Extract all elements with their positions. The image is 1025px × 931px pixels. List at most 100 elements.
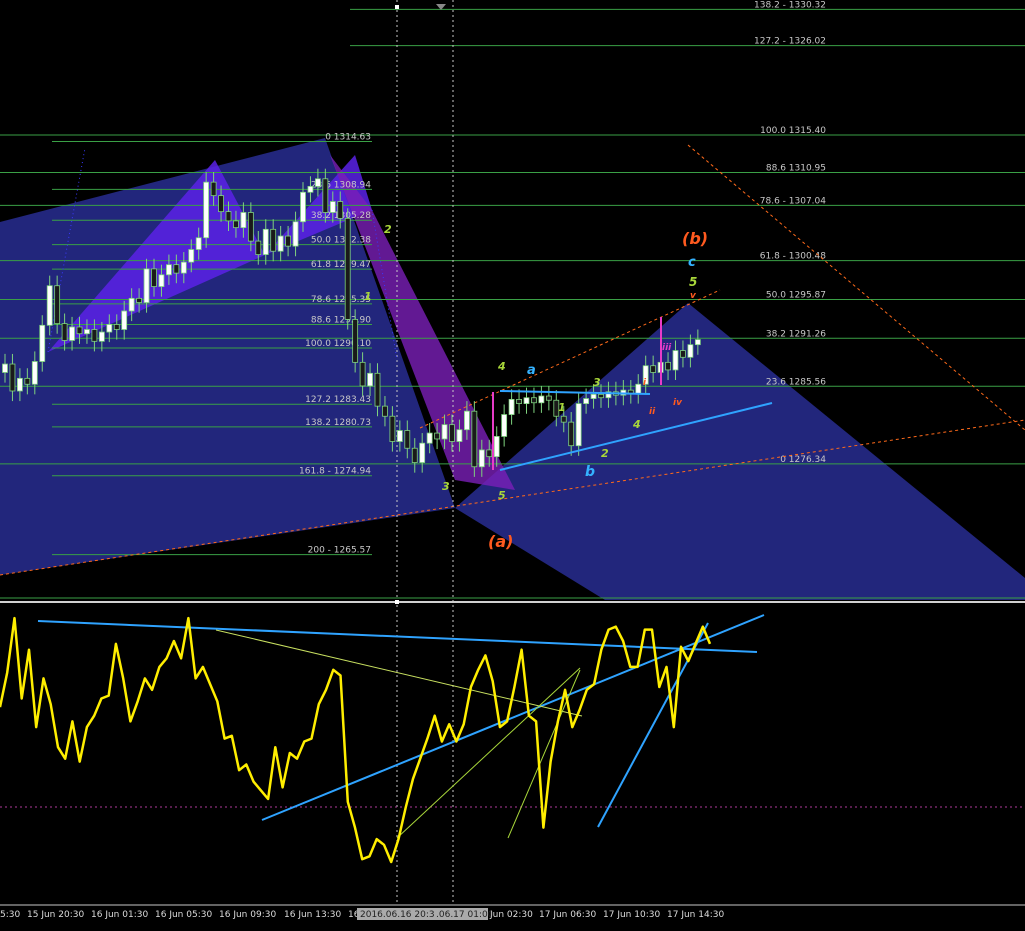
candle-bull bbox=[165, 264, 172, 276]
wave-label-5-low: 5 bbox=[498, 489, 506, 502]
candle-bull bbox=[426, 432, 433, 444]
candle-bear bbox=[151, 268, 157, 287]
candle-bear bbox=[560, 415, 567, 423]
candle-bull bbox=[538, 395, 545, 404]
candle-bear bbox=[54, 285, 61, 325]
candle-bull bbox=[262, 228, 269, 255]
wave-label-b: b bbox=[585, 464, 595, 480]
candle-bull bbox=[98, 331, 105, 342]
candle-bear bbox=[61, 323, 68, 341]
candle-bear bbox=[136, 297, 143, 303]
wave-label-5-top: 5 bbox=[689, 275, 697, 289]
candle-bull bbox=[396, 430, 403, 442]
candle-bear bbox=[404, 430, 411, 449]
candle-bull bbox=[188, 249, 195, 263]
candle-bull bbox=[463, 410, 470, 431]
fib-label: 88.6 1310.95 bbox=[766, 163, 826, 173]
time-label: 17 Jun 14:30 bbox=[667, 910, 724, 920]
candle-bear bbox=[270, 228, 277, 252]
fib-label: 61.8 1299.47 bbox=[311, 260, 371, 270]
fib-label: 127.2 1283.43 bbox=[305, 395, 371, 405]
candle-bull bbox=[128, 297, 135, 312]
candle-bull bbox=[16, 377, 23, 392]
candle-bear bbox=[434, 432, 441, 440]
candle-bear bbox=[173, 264, 180, 274]
fib-label: 127.2 - 1326.02 bbox=[754, 37, 826, 47]
candle-bull bbox=[31, 361, 38, 385]
time-label: 16 Jun 05:30 bbox=[155, 910, 212, 920]
candle-bull bbox=[329, 201, 336, 213]
candle-bull bbox=[307, 185, 314, 193]
candle-bull bbox=[575, 403, 582, 447]
candle-bull bbox=[314, 178, 321, 187]
candle-bull bbox=[419, 442, 426, 463]
wave-label-b-paren: (b) bbox=[682, 229, 708, 248]
candle-bull bbox=[158, 274, 165, 287]
wave-label-4-mid: 4 bbox=[632, 418, 641, 431]
candle-bull bbox=[203, 181, 210, 239]
crosshair-time-label-1: 2016.06.16 20:30 bbox=[360, 910, 441, 920]
chart-window: 0 1314.63 23.6 1308.94 38.2 1305.28 50.0 13… bbox=[0, 0, 1025, 927]
candle-bear bbox=[9, 363, 16, 392]
time-label: 16 Jun 09:30 bbox=[219, 910, 276, 920]
fib-label: 138.2 1280.73 bbox=[305, 418, 371, 428]
wave-label-2-top: 2 bbox=[384, 223, 392, 236]
fib-label: 88.6 1292.90 bbox=[311, 315, 371, 325]
candle-bear bbox=[389, 415, 396, 442]
candle-bear bbox=[255, 240, 262, 255]
fib-label: 50.0 1295.87 bbox=[766, 290, 826, 300]
candle-bull bbox=[523, 397, 530, 405]
candle-bear bbox=[545, 395, 552, 401]
candle-bull bbox=[121, 310, 128, 330]
candle-bull bbox=[195, 237, 202, 250]
time-label: Jun 02:30 bbox=[489, 910, 533, 920]
candle-bear bbox=[91, 329, 98, 342]
candle-bull bbox=[590, 393, 597, 399]
candle-bull bbox=[687, 344, 694, 358]
candle-bull bbox=[508, 399, 515, 415]
candle-bull bbox=[277, 235, 284, 252]
candle-bull bbox=[2, 363, 8, 373]
candle-bull bbox=[46, 285, 53, 326]
candle-bear bbox=[531, 397, 537, 404]
candle-bull bbox=[84, 329, 90, 335]
candle-bear bbox=[359, 361, 366, 387]
wave-label-a-paren: (a) bbox=[488, 532, 513, 551]
fib-label: 0 1276.34 bbox=[780, 455, 826, 465]
candle-bull bbox=[493, 436, 500, 458]
candle-bear bbox=[680, 350, 686, 358]
candle-bull bbox=[367, 372, 373, 387]
candle-bull bbox=[501, 414, 508, 437]
candle-bear bbox=[516, 399, 522, 405]
separator-anchor bbox=[395, 600, 399, 604]
candle-bull bbox=[300, 191, 306, 223]
candle-bear bbox=[233, 220, 239, 229]
candle-bear bbox=[218, 195, 224, 213]
fib-label: 100.0 1290.10 bbox=[305, 339, 371, 349]
wave-label-a: a bbox=[527, 363, 536, 378]
fib-label: 200 - 1265.57 bbox=[308, 546, 371, 556]
wave-label-3-mid: 3 bbox=[593, 376, 601, 389]
chart-canvas[interactable]: 0 1314.6323.6 1308.9438.2 1305.2850.0 13… bbox=[0, 0, 1025, 927]
wave-label-1-mid: 1 bbox=[558, 401, 566, 414]
fib-label: 100.0 1315.40 bbox=[760, 126, 826, 136]
candle-bull bbox=[143, 268, 150, 303]
candle-bear bbox=[471, 410, 478, 468]
fib-label: 23.6 1285.56 bbox=[766, 377, 826, 387]
candle-bear bbox=[352, 319, 359, 363]
candle-bear bbox=[598, 393, 604, 399]
candle-bull bbox=[635, 383, 642, 394]
candle-bear bbox=[24, 377, 31, 385]
fib-label: 161.8 - 1274.94 bbox=[299, 467, 371, 477]
wave-label-iii: iii bbox=[662, 343, 672, 353]
candle-bear bbox=[337, 201, 344, 219]
candle-bear bbox=[568, 421, 575, 447]
candle-bear bbox=[650, 365, 657, 373]
fib-label: 38.2 1291.26 bbox=[766, 329, 826, 339]
fib-label: 138.2 - 1330.32 bbox=[754, 0, 826, 10]
candle-bear bbox=[247, 212, 254, 242]
time-label: 16 Jun 13:30 bbox=[284, 910, 341, 920]
fib-label: 50.0 1302.38 bbox=[311, 236, 371, 246]
fib-label: 0 1314.63 bbox=[325, 132, 371, 142]
wave-label-iv: iv bbox=[673, 398, 683, 408]
